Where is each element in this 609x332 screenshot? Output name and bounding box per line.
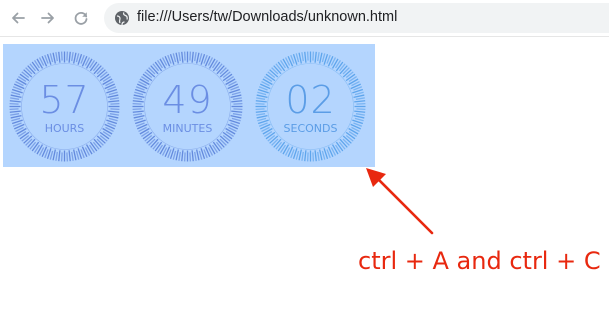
ring-tick — [181, 51, 184, 63]
ring-tick — [198, 53, 203, 63]
seconds-value: 02 — [285, 78, 336, 122]
ring-tick — [172, 150, 177, 160]
ring-tick — [295, 53, 300, 63]
ring-tick — [304, 150, 307, 162]
hours-value: 57 — [39, 78, 90, 122]
red-arrow-icon — [366, 168, 434, 235]
ring-tick — [178, 52, 181, 62]
address-bar[interactable]: file:///Users/tw/Downloads/unknown.html — [104, 3, 609, 33]
ring-tick — [301, 151, 304, 161]
ring-tick — [73, 52, 77, 64]
ring-tick — [58, 150, 61, 162]
minutes-label: MINUTES — [162, 122, 213, 135]
ring-tick — [52, 149, 56, 161]
ring-tick — [49, 53, 54, 63]
ring-tick — [68, 150, 71, 162]
ring-tick — [298, 52, 302, 64]
url-text: file:///Users/tw/Downloads/unknown.html — [137, 9, 398, 25]
reload-icon — [74, 12, 88, 25]
back-arrow-icon — [12, 12, 25, 24]
ring-tick — [178, 151, 181, 161]
ring-tick — [175, 52, 179, 64]
ring-tick — [68, 51, 71, 63]
ring-tick — [58, 51, 61, 63]
ring-tick — [55, 151, 58, 161]
minutes-value: 49 — [162, 78, 213, 122]
ring-tick — [71, 52, 74, 62]
forward-arrow-icon — [41, 12, 54, 24]
browser-toolbar: file:///Users/tw/Downloads/unknown.html — [0, 0, 609, 37]
hours-clock: 57 HOURS — [7, 49, 122, 164]
ring-tick — [175, 149, 179, 161]
reload-button[interactable] — [71, 8, 91, 28]
minutes-clock: 49 MINUTES — [130, 49, 245, 164]
seconds-label: SECONDS — [283, 122, 338, 135]
ring-tick — [198, 150, 203, 160]
ring-tick — [75, 53, 80, 63]
ring-tick — [75, 150, 80, 160]
ring-tick — [194, 52, 197, 62]
ring-tick — [314, 51, 317, 63]
ring-tick — [181, 150, 184, 162]
ring-tick — [191, 150, 194, 162]
ring-tick — [71, 151, 74, 161]
ring-tick — [319, 52, 323, 64]
annotation-text: ctrl + A and ctrl + C — [358, 247, 601, 275]
ring-tick — [172, 53, 177, 63]
ring-tick — [196, 52, 200, 64]
page-content: 57 HOURS 49 MINUTES 02 SECONDS ctrl + A … — [0, 37, 609, 332]
ring-tick — [55, 52, 58, 62]
forward-button[interactable] — [38, 8, 58, 28]
ring-tick — [295, 150, 300, 160]
ring-tick — [49, 150, 54, 160]
ring-tick — [191, 51, 194, 63]
ring-tick — [73, 149, 77, 161]
text-selection-highlight: 57 HOURS 49 MINUTES 02 SECONDS — [3, 44, 375, 167]
ring-tick — [301, 52, 304, 62]
ring-tick — [317, 52, 320, 62]
ring-tick — [194, 151, 197, 161]
ring-tick — [314, 150, 317, 162]
back-button[interactable] — [8, 8, 28, 28]
ring-tick — [298, 149, 302, 161]
ring-tick — [321, 150, 326, 160]
globe-icon — [115, 11, 129, 26]
ring-tick — [319, 149, 323, 161]
ring-tick — [321, 53, 326, 63]
ring-tick — [196, 149, 200, 161]
hours-label: HOURS — [44, 122, 85, 135]
ring-tick — [317, 151, 320, 161]
ring-tick — [304, 51, 307, 63]
seconds-clock: 02 SECONDS — [253, 49, 368, 164]
ring-tick — [52, 52, 56, 64]
